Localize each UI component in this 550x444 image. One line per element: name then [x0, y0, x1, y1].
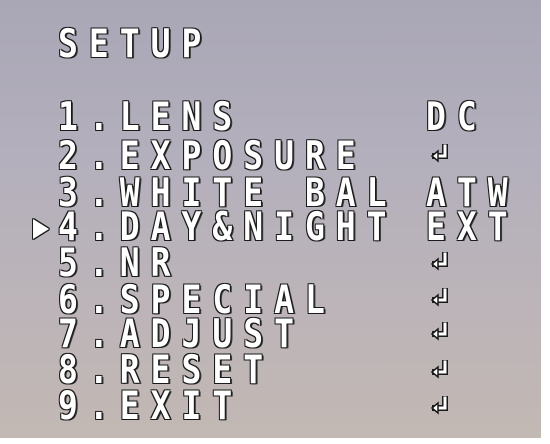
- enter-arrow-icon: [430, 322, 448, 341]
- menu-item-day-night-value: EXT: [426, 203, 519, 250]
- enter-arrow-icon: [430, 252, 448, 271]
- menu-item-lens-value: DC: [426, 93, 488, 140]
- enter-arrow-icon: [430, 144, 448, 163]
- enter-arrow-icon: [430, 360, 448, 379]
- osd-screen: SETUP 1.LENS DC 2.EXPOSURE 3.WHITE BAL A…: [0, 0, 550, 444]
- enter-arrow-icon: [430, 288, 448, 307]
- menu-title: SETUP: [58, 20, 213, 67]
- selection-cursor-icon: [33, 219, 49, 239]
- enter-arrow-icon: [430, 396, 448, 415]
- menu-item-lens[interactable]: 1.LENS: [58, 97, 243, 136]
- menu-item-exit[interactable]: 9.EXIT: [58, 386, 243, 425]
